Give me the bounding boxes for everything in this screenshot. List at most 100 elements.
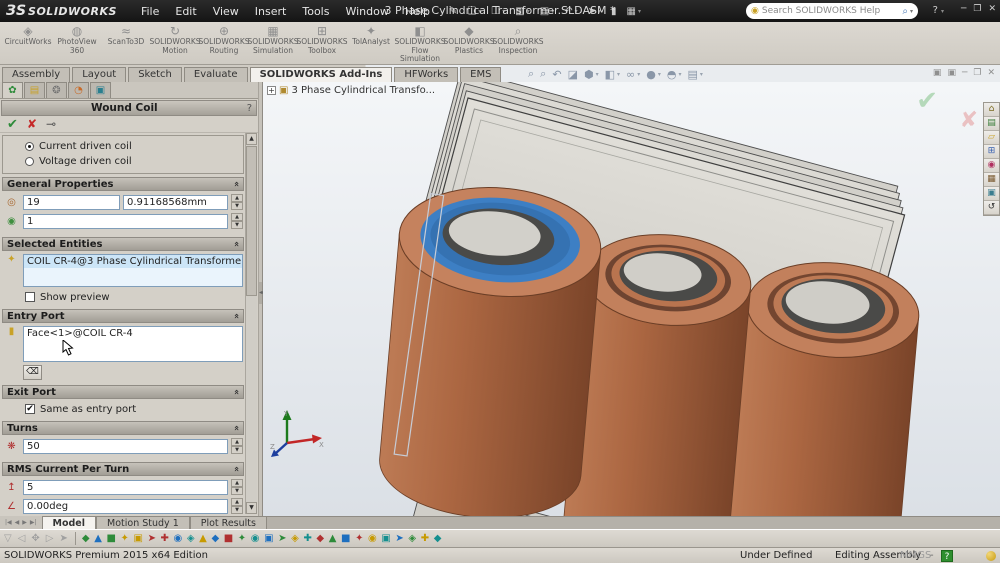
tab-scroll-icon[interactable]: |◀ [5,519,12,526]
ribbon-addin-button[interactable]: ⊕ SOLIDWORKS Routing [198,24,249,64]
checkbox-unchecked[interactable] [25,292,35,302]
ems-tool-icon[interactable]: ◆ [434,532,442,546]
manager-tab[interactable]: ✿ [2,82,23,98]
command-tab[interactable]: HFWorks [394,67,459,82]
tree-expand-icon[interactable]: + [267,86,276,95]
tab-scroll-icon[interactable]: ▶ [22,519,27,526]
menu-item[interactable]: Tools [294,2,337,21]
collapse-icon[interactable]: « [231,425,241,431]
current-driven-option[interactable]: Current driven coil [25,139,243,154]
view-tool-icon[interactable]: ⌕ [528,67,534,81]
entry-port-item[interactable]: Face<1>@COIL CR-4 [24,327,242,340]
ok-button[interactable]: ✔ [7,117,18,132]
collapse-icon[interactable]: « [231,466,241,472]
document-tab[interactable]: Motion Study 1 [96,516,190,529]
spinner[interactable]: ▲ ▼ [231,213,243,229]
spinner[interactable]: ▲ ▼ [231,194,243,210]
ems-tool-icon[interactable]: ◆ [211,532,219,546]
ems-tool-icon[interactable]: ➤ [278,532,286,546]
clear-selection-button[interactable]: ⌫ [23,365,42,380]
confirm-cancel-watermark-icon[interactable]: ✘ [960,108,978,133]
manager-tab[interactable]: ❂ [46,82,67,98]
ems-tool-icon[interactable]: ✦ [238,532,246,546]
doc-window-button[interactable]: ✕ [987,68,995,78]
ems-tool-icon[interactable]: ▲ [94,532,102,546]
selected-entity-item[interactable]: COIL CR-4@3 Phase Cylindrical Transforme… [24,255,242,268]
window-button[interactable]: ─ [961,4,966,14]
ribbon-addin-button[interactable]: ◍ PhotoView 360 [53,24,101,64]
same-as-entry-option[interactable]: ✔ Same as entry port [25,402,243,416]
document-tab[interactable]: Plot Results [189,516,267,529]
tab-scroll-icon[interactable]: ◀ [15,519,20,526]
strands-input[interactable]: 1 [23,213,228,229]
view-tool-icon[interactable]: ◪ [568,68,578,81]
view-tool-icon[interactable]: ● [646,68,661,81]
ems-tool-icon[interactable]: ▲ [329,532,337,546]
menu-item[interactable]: File [133,2,167,21]
help-status-icon[interactable]: ? [941,550,953,562]
scroll-thumb[interactable] [246,146,257,296]
menu-item[interactable]: View [205,2,247,21]
wire-gauge-input[interactable]: 19 [23,194,120,210]
view-tool-icon[interactable]: ◓ [667,68,682,81]
voltage-driven-option[interactable]: Voltage driven coil [25,154,243,169]
filter-tool-icon[interactable]: ✥ [31,533,39,544]
collapse-icon[interactable]: « [231,313,241,319]
section-header[interactable]: RMS Current Per Turn « [2,462,244,476]
units-label[interactable]: MMGS [900,550,931,561]
view-tool-icon[interactable]: ⌕ [540,67,546,81]
ems-tool-icon[interactable]: ✦ [121,532,129,546]
collapse-icon[interactable]: « [231,241,241,247]
splitter-grip[interactable]: ◂▸ [259,282,265,304]
ribbon-addin-button[interactable]: ✦ TolAnalyst [347,24,395,64]
search-input[interactable]: ◉ Search SOLIDWORKS Help ⌕ ▾ [746,3,918,19]
search-icon[interactable]: ⌕ [902,6,908,17]
radio-unselected-icon[interactable] [25,157,34,166]
wire-diameter-input[interactable]: 0.91168568mm [123,194,228,210]
command-tab[interactable]: Assembly [2,67,71,82]
ems-tool-icon[interactable]: ◆ [82,532,90,546]
command-tab[interactable]: SOLIDWORKS Add-Ins [249,67,393,82]
help-menu-button[interactable]: ? [933,5,944,16]
filter-tool-icon[interactable]: ➤ [60,533,68,544]
ems-tool-icon[interactable]: ▣ [264,532,273,546]
feature-tree-root[interactable]: + ▣ 3 Phase Cylindrical Transfo... [267,85,435,96]
filter-tool-icon[interactable]: ▽ [4,533,12,544]
manager-tab[interactable]: ◔ [68,82,89,98]
command-tab[interactable]: Evaluate [183,67,248,82]
task-pane-tab[interactable]: ⊞ [984,145,999,159]
cancel-button[interactable]: ✘ [27,117,37,131]
search-dropdown-icon[interactable]: ▾ [910,8,913,15]
ems-tool-icon[interactable]: ✚ [161,532,169,546]
graphics-area[interactable]: + ▣ 3 Phase Cylindrical Transfo... ✔ ✘ ⌂… [263,82,1000,516]
view-tool-icon[interactable]: ↶ [552,68,561,81]
task-pane-tab[interactable]: ▣ [984,187,999,201]
task-pane-tab[interactable]: ↺ [984,201,999,215]
command-tab[interactable]: Layout [72,67,127,82]
window-button[interactable]: ✕ [988,4,996,14]
menu-item[interactable]: Edit [167,2,204,21]
doc-window-button[interactable]: ❐ [973,68,981,78]
entry-port-list[interactable]: Face<1>@COIL CR-4 [23,326,243,362]
transformer-3d-model[interactable] [263,82,1000,516]
ems-tool-icon[interactable]: ➤ [148,532,156,546]
ems-tool-icon[interactable]: ➤ [395,532,403,546]
turns-input[interactable]: 50 [23,438,228,454]
manager-tab[interactable]: ▤ [24,82,45,98]
spinner[interactable]: ▲ ▼ [231,498,243,514]
ems-tool-icon[interactable]: ▣ [134,532,143,546]
window-button[interactable]: ❐ [973,4,981,14]
doc-window-button[interactable]: ▣ [947,68,956,78]
panel-scrollbar[interactable]: ▲ ▼ [245,133,257,514]
section-header[interactable]: Turns « [2,421,244,435]
filter-tool-icon[interactable]: ▷ [46,533,54,544]
command-tab[interactable]: EMS [460,67,502,82]
scroll-down-icon[interactable]: ▼ [246,502,257,514]
filter-tool-icon[interactable]: ◁ [18,533,26,544]
ribbon-addin-button[interactable]: ◈ CircuitWorks [4,24,52,64]
confirm-ok-watermark-icon[interactable]: ✔ [916,86,938,116]
ribbon-addin-button[interactable]: ≈ ScanTo3D [102,24,150,64]
doc-window-button[interactable]: ─ [962,68,967,78]
ems-tool-icon[interactable]: ✦ [355,532,363,546]
view-tool-icon[interactable]: ◧ [605,68,620,81]
